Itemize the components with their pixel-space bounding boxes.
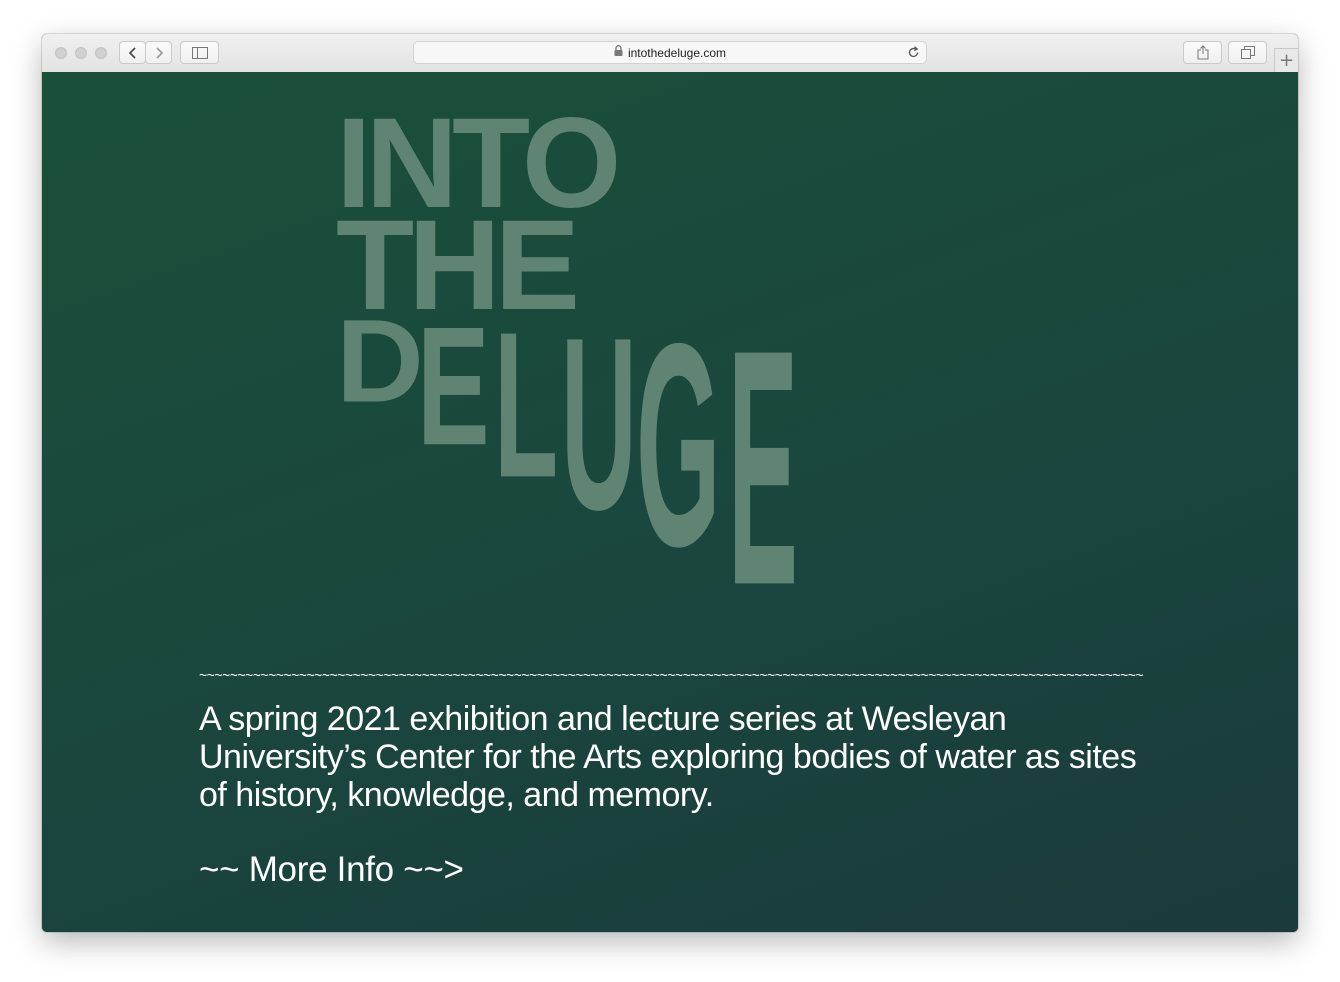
sidebar-toggle-button[interactable]: [180, 41, 219, 64]
description: A spring 2021 exhibition and lecture ser…: [199, 700, 1137, 814]
browser-toolbar: intothedeluge.com +: [42, 34, 1298, 73]
zoom-window-button[interactable]: [95, 47, 107, 59]
back-button[interactable]: [119, 41, 146, 64]
tabs-overview-button[interactable]: [1228, 41, 1267, 64]
logo-letter-l: L: [494, 290, 559, 522]
new-tab-button[interactable]: +: [1274, 48, 1298, 72]
logo-letter-d: D: [336, 295, 424, 428]
share-button[interactable]: [1183, 41, 1222, 64]
divider: ~~~~~~~~~~~~~~~~~~~~~~~~~~~~~~~~~~~~~~~~…: [199, 667, 1143, 683]
close-window-button[interactable]: [55, 47, 67, 59]
more-info-link[interactable]: ~~ More Info ~~>: [199, 850, 464, 890]
minimize-window-button[interactable]: [75, 47, 87, 59]
reload-icon[interactable]: [907, 46, 920, 62]
lock-icon: [614, 44, 623, 59]
share-icon: [1197, 45, 1208, 60]
plus-icon: +: [1278, 50, 1295, 71]
chevron-left-icon: [128, 46, 136, 59]
chevron-right-icon: [155, 46, 163, 59]
browser-window: intothedeluge.com + INTO THE D E L U G E…: [42, 34, 1298, 932]
forward-button[interactable]: [145, 41, 172, 64]
address-bar[interactable]: intothedeluge.com: [413, 41, 927, 64]
page-content: INTO THE D E L U G E ~~~~~~~~~~~~~~~~~~~…: [42, 72, 1298, 932]
sidebar-icon: [191, 46, 208, 59]
logo-letter-e2: E: [728, 282, 799, 657]
url-text: intothedeluge.com: [627, 45, 727, 60]
logo-letter-u: U: [561, 287, 637, 563]
logo-letter-e: E: [417, 292, 490, 482]
tabs-icon: [1240, 46, 1255, 59]
logo-letter-g: G: [636, 284, 721, 609]
